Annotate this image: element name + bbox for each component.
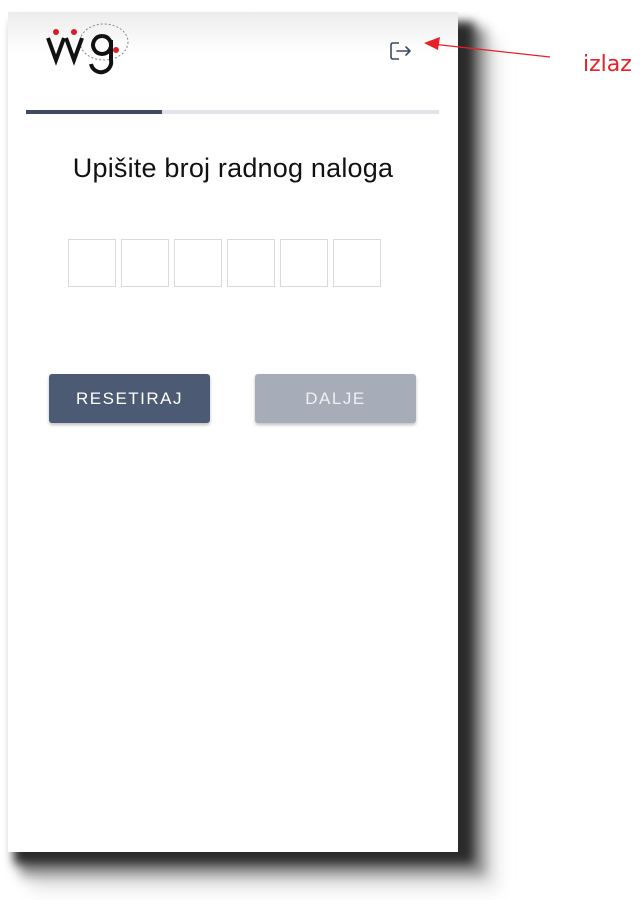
annotation-arrow — [424, 37, 551, 58]
app-header: vvg — [8, 12, 458, 80]
code-digit-6[interactable] — [333, 239, 381, 287]
progress-bar — [26, 110, 439, 114]
work-order-code-input — [68, 239, 381, 287]
code-digit-1[interactable] — [68, 239, 116, 287]
page-title: Upišite broj radnog naloga — [72, 153, 394, 183]
code-digit-5[interactable] — [280, 239, 328, 287]
screenshot-stage: vvg Upišite broj radnog naloga — [0, 0, 642, 900]
vvg-logo: vvg — [46, 23, 129, 75]
app-screen: vvg Upišite broj radnog naloga — [8, 12, 458, 852]
code-digit-3[interactable] — [174, 239, 222, 287]
code-digit-2[interactable] — [121, 239, 169, 287]
next-button[interactable]: DALJE — [255, 374, 416, 423]
reset-button[interactable]: RESETIRAJ — [49, 374, 210, 423]
progress-bar-fill — [26, 110, 163, 114]
code-digit-4[interactable] — [227, 239, 275, 287]
annotation-label: izlaz — [583, 52, 632, 77]
